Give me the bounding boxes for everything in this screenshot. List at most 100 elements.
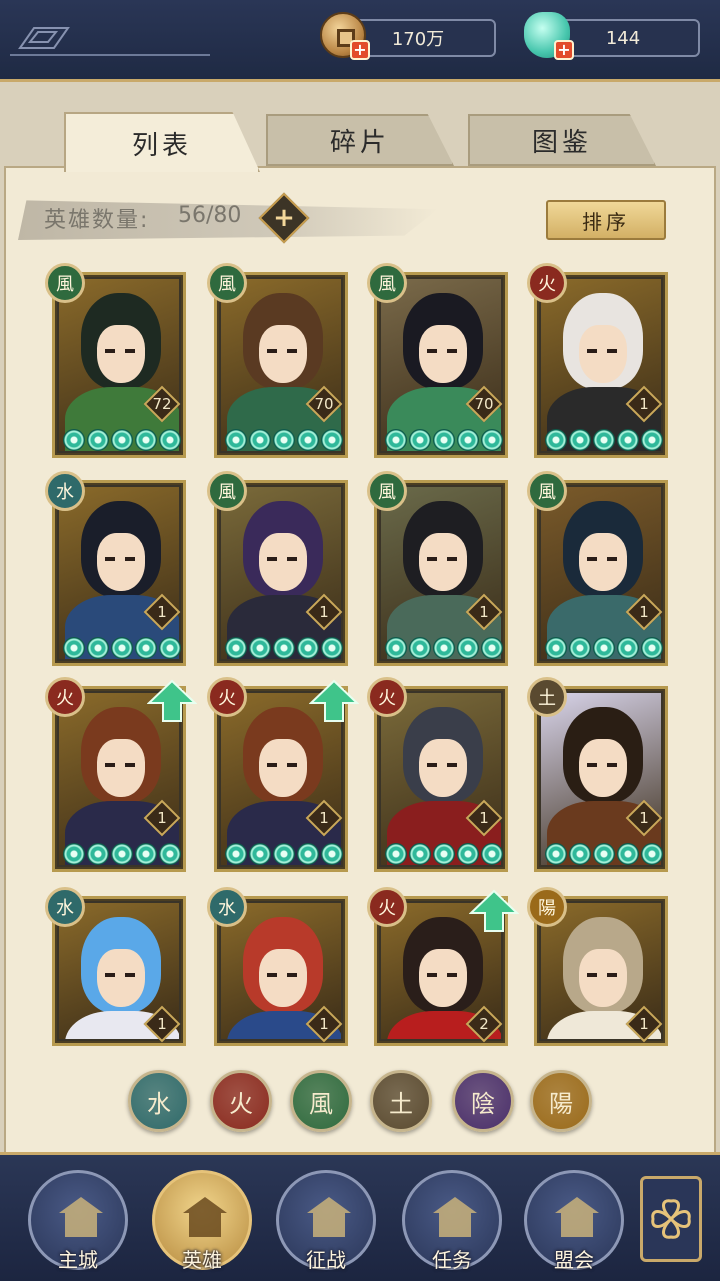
tab-label: 碎片	[329, 127, 390, 158]
hero-card[interactable]: 70 風	[367, 263, 508, 458]
jade-star-icon	[481, 637, 503, 659]
hero-level: 70	[474, 395, 494, 413]
jade-star-icon	[457, 637, 479, 659]
jade-star-icon	[159, 843, 181, 865]
jade-star-icon	[111, 429, 133, 451]
hero-card[interactable]: 1水	[207, 887, 348, 1046]
jade-star-icon	[433, 429, 455, 451]
plus-icon: +	[273, 203, 295, 233]
hero-card[interactable]: 1火	[367, 677, 508, 872]
jade-star-icon	[385, 637, 407, 659]
jade-star-icon	[273, 843, 295, 865]
jade-star-icon	[297, 637, 319, 659]
guild-icon	[555, 1197, 599, 1237]
hero-portrait	[381, 487, 501, 659]
jade-star-icon	[225, 637, 247, 659]
nav-label: 盟会	[554, 1248, 594, 1272]
hero-level: 70	[314, 395, 334, 413]
filter-wind-button[interactable]: 風	[290, 1070, 352, 1132]
jade-star-icon	[385, 843, 407, 865]
hero-portrait	[541, 693, 661, 865]
jade-star-icon	[159, 429, 181, 451]
hero-card[interactable]: 1風	[527, 471, 668, 666]
hero-level: 1	[319, 809, 329, 827]
filter-yin-button[interactable]: 陰	[452, 1070, 514, 1132]
hero-level: 2	[479, 1015, 489, 1033]
hero-card[interactable]: 1火	[45, 677, 197, 872]
jade-star-icon	[273, 429, 295, 451]
jade-star-icon	[569, 843, 591, 865]
jade-value: 144	[605, 27, 641, 49]
jade-star-icon	[641, 637, 663, 659]
star-rating	[63, 843, 181, 867]
jade-star-icon	[457, 429, 479, 451]
hero-portrait	[381, 693, 501, 865]
sort-button[interactable]: 排序	[546, 200, 666, 240]
star-rating	[385, 843, 503, 867]
tab-fragments[interactable]: 碎片	[266, 114, 454, 166]
hero-level-badge: 1	[143, 1005, 181, 1043]
add-jade-button[interactable]: +	[554, 40, 574, 60]
element-badge: 陽	[527, 887, 567, 927]
jade-star-icon	[457, 843, 479, 865]
jade-star-icon	[321, 843, 343, 865]
hero-level: 1	[479, 603, 489, 621]
tab-list[interactable]: 列表	[64, 112, 260, 172]
star-rating	[385, 429, 503, 453]
jade-star-icon	[545, 843, 567, 865]
add-coin-button[interactable]: +	[350, 40, 370, 60]
hero-card[interactable]: 1風	[367, 471, 508, 666]
hero-card[interactable]: 1陽	[527, 887, 668, 1046]
jade-star-icon	[135, 429, 157, 451]
hero-level: 1	[157, 809, 167, 827]
menu-button[interactable]	[640, 1176, 702, 1262]
jade-star-icon	[225, 429, 247, 451]
filter-water-button[interactable]: 水	[128, 1070, 190, 1132]
star-rating	[225, 843, 343, 867]
hero-count-label: 英雄数量:	[44, 208, 150, 233]
jade-star-icon	[409, 429, 431, 451]
hero-portrait	[221, 279, 341, 451]
hero-level-badge: 1	[143, 593, 181, 631]
star-rating	[63, 429, 181, 453]
hero-level-badge: 1	[305, 593, 343, 631]
hero-card[interactable]: 1風	[207, 471, 348, 666]
jade-star-icon	[593, 843, 615, 865]
element-badge: 風	[367, 471, 407, 511]
jade-star-icon	[111, 637, 133, 659]
hero-card[interactable]: 72 風	[45, 263, 186, 458]
element-badge: 火	[367, 677, 407, 717]
hero-level: 1	[639, 395, 649, 413]
filter-yang-button[interactable]: 陽	[530, 1070, 592, 1132]
star-rating	[545, 637, 663, 661]
hero-card[interactable]: 1土	[527, 677, 668, 872]
star-rating	[385, 637, 503, 661]
filter-fire-button[interactable]: 火	[210, 1070, 272, 1132]
element-badge: 水	[45, 887, 85, 927]
jade-star-icon	[617, 429, 639, 451]
hero-card[interactable]: 1火	[207, 677, 359, 872]
filter-earth-button[interactable]: 土	[370, 1070, 432, 1132]
jade-star-icon	[569, 429, 591, 451]
element-badge: 風	[527, 471, 567, 511]
hero-level-badge: 1	[625, 799, 663, 837]
coin-value: 170万	[391, 29, 445, 50]
jade-star-icon	[617, 843, 639, 865]
hero-level-badge: 70	[305, 385, 343, 423]
hero-card[interactable]: 1水	[45, 471, 186, 666]
back-button[interactable]	[10, 20, 210, 56]
hero-card[interactable]: 70 風	[207, 263, 348, 458]
hero-card[interactable]: 1水	[45, 887, 186, 1046]
jade-star-icon	[297, 843, 319, 865]
jade-star-icon	[273, 637, 295, 659]
element-badge: 風	[45, 263, 85, 303]
hero-card[interactable]: 2火	[367, 887, 519, 1046]
element-badge: 火	[527, 263, 567, 303]
jade-star-icon	[249, 843, 271, 865]
tab-codex[interactable]: 图鉴	[468, 114, 656, 166]
hero-icon	[183, 1197, 227, 1237]
element-badge: 火	[207, 677, 247, 717]
jade-star-icon	[63, 843, 85, 865]
hero-level-badge: 1	[305, 799, 343, 837]
hero-card[interactable]: 1火	[527, 263, 668, 458]
